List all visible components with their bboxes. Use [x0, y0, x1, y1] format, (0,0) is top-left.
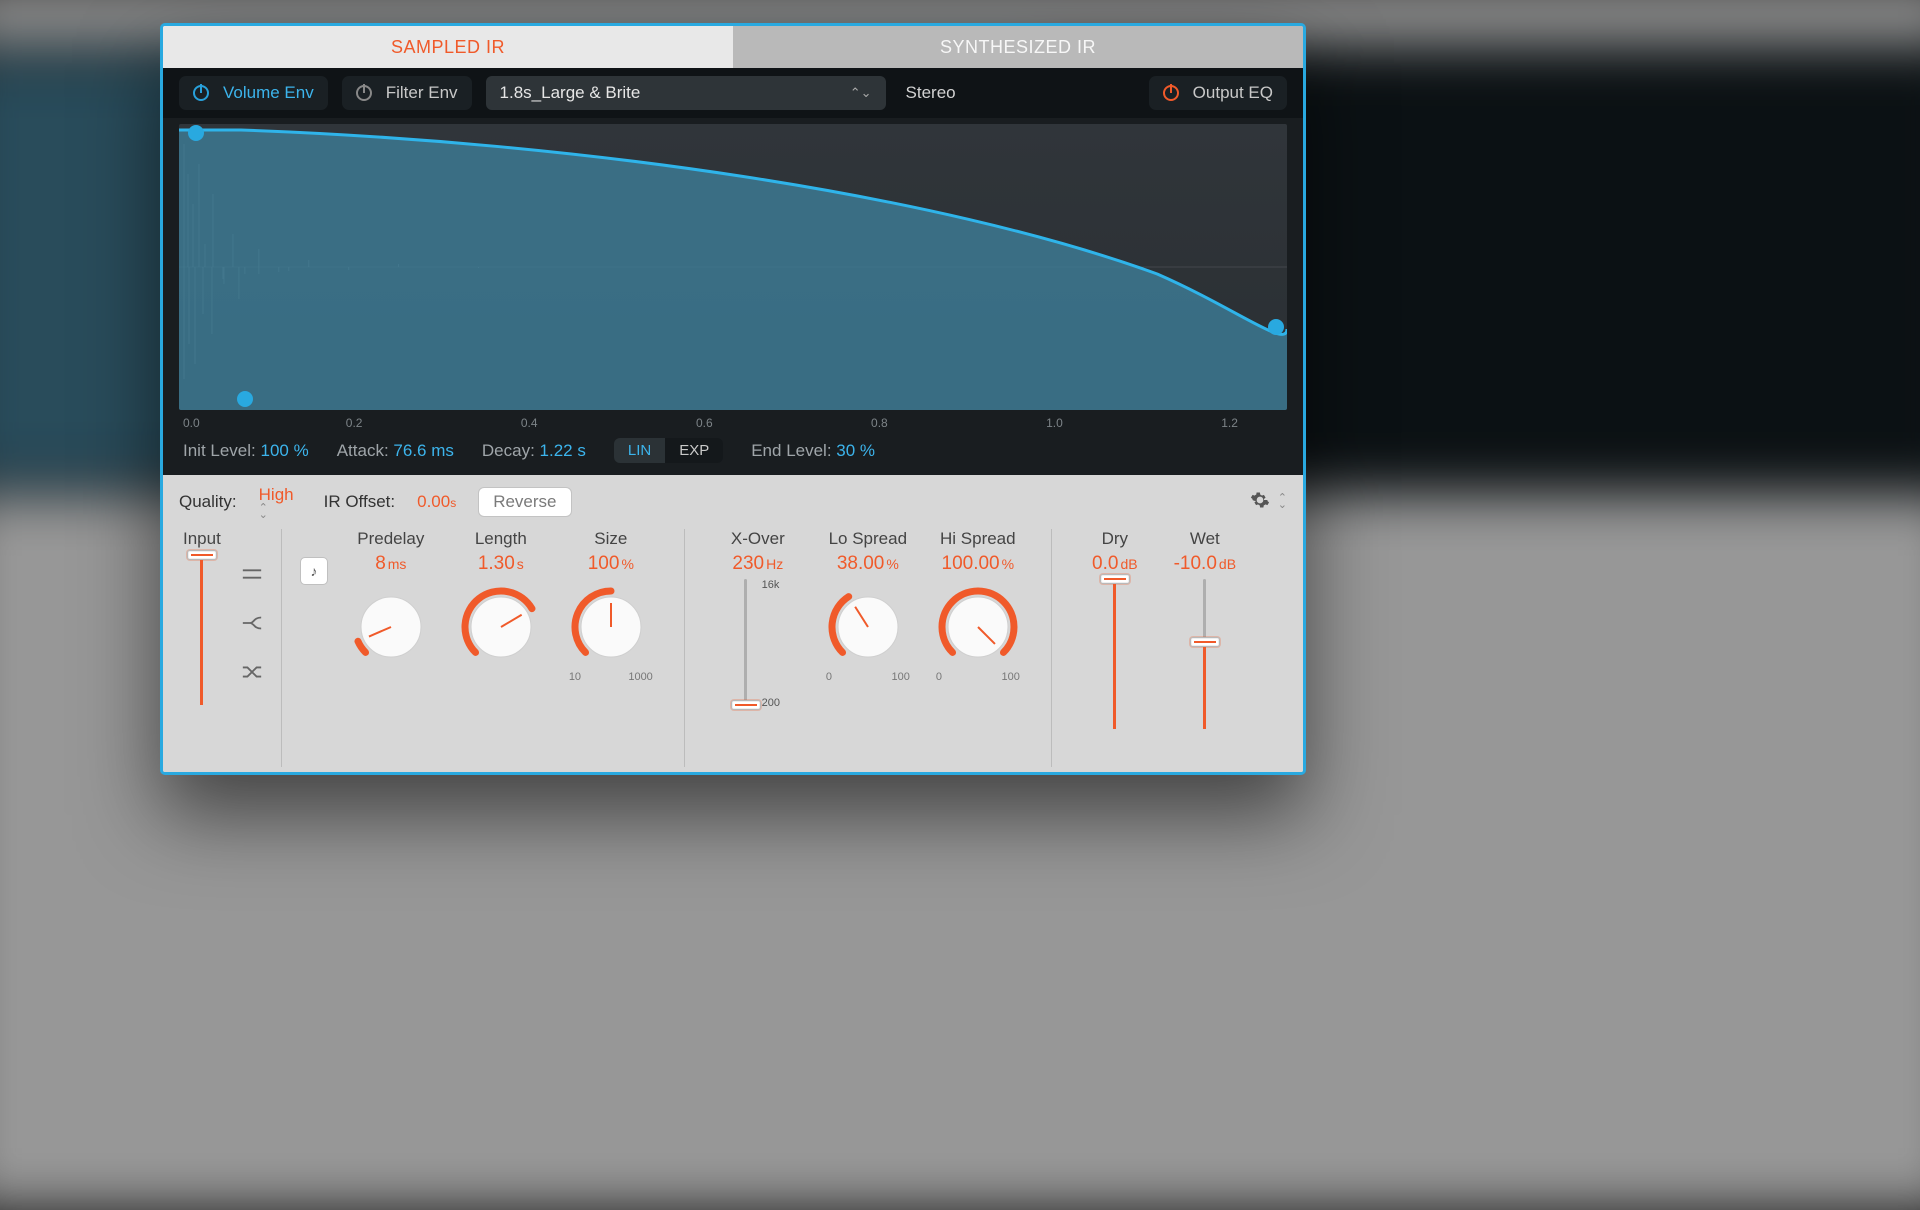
- wet-slider[interactable]: [1195, 579, 1215, 729]
- quality-label: Quality:: [179, 492, 237, 512]
- length-value[interactable]: 1.30s: [478, 553, 524, 575]
- wet-value[interactable]: -10.0dB: [1174, 553, 1236, 575]
- chevron-updown-icon: ⌃⌄: [259, 505, 294, 519]
- curve-exp-button[interactable]: EXP: [665, 438, 723, 463]
- length-knob[interactable]: [459, 585, 543, 669]
- gear-icon[interactable]: [1250, 490, 1270, 515]
- predelay-label: Predelay: [357, 529, 424, 549]
- power-icon[interactable]: [193, 85, 209, 101]
- wet-label: Wet: [1190, 529, 1220, 549]
- envelope-readouts: Init Level: 100 % Attack: 76.6 ms Decay:…: [179, 430, 1287, 463]
- dry-value[interactable]: 0.0dB: [1092, 553, 1138, 575]
- xover-value[interactable]: 230Hz: [732, 553, 783, 575]
- decay-value[interactable]: 1.22 s: [540, 441, 586, 460]
- input-slider[interactable]: [192, 555, 212, 705]
- ir-mode-tabs: SAMPLED IR SYNTHESIZED IR: [163, 26, 1303, 68]
- ir-preset-select[interactable]: 1.8s_Large & Brite ⌃⌄: [486, 76, 886, 110]
- dry-slider[interactable]: [1105, 579, 1125, 729]
- env-node-end[interactable]: [1268, 319, 1284, 335]
- lower-controls: Quality: High ⌃⌄ IR Offset: 0.00s Revers…: [163, 475, 1303, 775]
- init-level-label: Init Level:: [183, 441, 256, 460]
- tab-sampled-ir[interactable]: SAMPLED IR: [163, 26, 733, 68]
- envelope-section: 0.0 0.2 0.4 0.6 0.8 1.0 1.2 Init Level: …: [163, 118, 1303, 475]
- env-node-attack[interactable]: [237, 391, 253, 407]
- reverse-button[interactable]: Reverse: [478, 487, 571, 517]
- envelope-toolbar: Volume Env Filter Env 1.8s_Large & Brite…: [163, 68, 1303, 118]
- size-value[interactable]: 100%: [588, 553, 634, 575]
- filter-env-group: Filter Env: [342, 76, 472, 110]
- plugin-window: SAMPLED IR SYNTHESIZED IR Volume Env Fil…: [160, 23, 1306, 775]
- volume-env-group: Volume Env: [179, 76, 328, 110]
- output-eq-group: Output EQ: [1149, 76, 1287, 110]
- output-eq-button[interactable]: Output EQ: [1193, 83, 1273, 103]
- shuffle-icon[interactable]: [241, 663, 263, 686]
- power-icon[interactable]: [356, 85, 372, 101]
- end-level-value[interactable]: 30 %: [836, 441, 875, 460]
- hi-spread-value[interactable]: 100.00%: [942, 553, 1015, 575]
- filter-env-button[interactable]: Filter Env: [386, 83, 458, 103]
- xover-min: 200: [762, 697, 780, 709]
- ir-offset-value[interactable]: 0.00s: [417, 492, 456, 512]
- xover-max: 16k: [762, 579, 780, 591]
- attack-value[interactable]: 76.6 ms: [393, 441, 453, 460]
- xover-label: X-Over: [731, 529, 785, 549]
- lo-spread-label: Lo Spread: [829, 529, 907, 549]
- volume-env-button[interactable]: Volume Env: [223, 83, 314, 103]
- preset-name: 1.8s_Large & Brite: [500, 83, 641, 103]
- lo-spread-knob[interactable]: [826, 585, 910, 669]
- envelope-display[interactable]: [179, 124, 1287, 410]
- init-level-value[interactable]: 100 %: [261, 441, 309, 460]
- decay-label: Decay:: [482, 441, 535, 460]
- hi-spread-knob[interactable]: [936, 585, 1020, 669]
- lower-toolbar: Quality: High ⌃⌄ IR Offset: 0.00s Revers…: [163, 475, 1303, 529]
- time-axis: 0.0 0.2 0.4 0.6 0.8 1.0 1.2: [179, 410, 1287, 430]
- lo-spread-value[interactable]: 38.00%: [837, 553, 899, 575]
- chevron-updown-icon: ⌃⌄: [1278, 495, 1287, 509]
- ir-offset-label: IR Offset:: [324, 492, 396, 512]
- channel-mode-label[interactable]: Stereo: [906, 83, 956, 103]
- tab-synthesized-ir[interactable]: SYNTHESIZED IR: [733, 26, 1303, 68]
- dry-label: Dry: [1102, 529, 1128, 549]
- hi-spread-label: Hi Spread: [940, 529, 1016, 549]
- split-icon[interactable]: [241, 614, 263, 637]
- xover-slider[interactable]: [736, 579, 756, 709]
- curve-lin-button[interactable]: LIN: [614, 438, 665, 463]
- stereo-icon[interactable]: [241, 565, 263, 588]
- input-label: Input: [183, 529, 221, 549]
- power-icon[interactable]: [1163, 85, 1179, 101]
- quality-select[interactable]: High ⌃⌄: [259, 485, 294, 519]
- end-level-label: End Level:: [751, 441, 831, 460]
- size-knob[interactable]: [569, 585, 653, 669]
- attack-label: Attack:: [337, 441, 389, 460]
- predelay-knob[interactable]: [349, 585, 433, 669]
- size-label: Size: [594, 529, 627, 549]
- tempo-sync-button[interactable]: ♪: [300, 557, 328, 585]
- predelay-value[interactable]: 8ms: [375, 553, 406, 575]
- curve-mode-segment: LIN EXP: [614, 438, 723, 463]
- chevron-updown-icon: ⌃⌄: [850, 85, 872, 101]
- length-label: Length: [475, 529, 527, 549]
- env-node-init[interactable]: [188, 125, 204, 141]
